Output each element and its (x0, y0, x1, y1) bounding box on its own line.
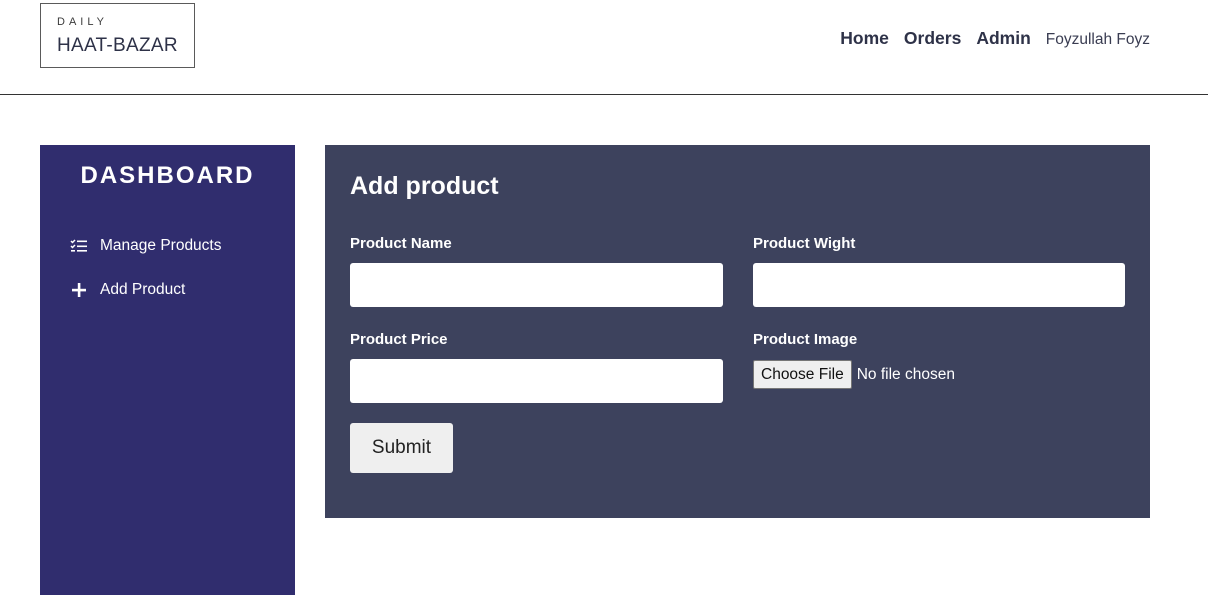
dashboard-sidebar: DASHBOARD Manage Products Add Product (40, 145, 295, 595)
user-name: Foyzullah Foyz (1045, 31, 1150, 48)
sidebar-item-label: Manage Products (100, 237, 222, 254)
nav-orders-link[interactable]: Orders (904, 28, 961, 49)
product-image-file-input: Choose File No file chosen (753, 360, 955, 389)
product-weight-input[interactable] (753, 263, 1125, 307)
choose-file-button[interactable]: Choose File (753, 360, 852, 389)
top-header: DAILY HAAT-BAZAR Home Orders Admin Foyzu… (0, 0, 1208, 95)
submit-button[interactable]: Submit (350, 423, 453, 473)
checklist-icon (68, 239, 90, 253)
sidebar-item-manage-products[interactable]: Manage Products (68, 237, 222, 255)
nav-admin-link[interactable]: Admin (976, 28, 1030, 49)
main-nav: Home Orders Admin Foyzullah Foyz (825, 28, 1150, 49)
product-name-input[interactable] (350, 263, 723, 307)
nav-home-link[interactable]: Home (840, 28, 889, 49)
brand-name: HAAT-BAZAR (57, 35, 178, 56)
product-price-input[interactable] (350, 359, 723, 403)
panel-title: Add product (350, 172, 499, 200)
product-name-label: Product Name (350, 235, 452, 252)
sidebar-title: DASHBOARD (80, 162, 255, 189)
file-status-text: No file chosen (856, 365, 955, 383)
brand-top-text: DAILY (57, 16, 108, 28)
product-image-label: Product Image (753, 331, 858, 348)
sidebar-item-label: Add Product (100, 281, 186, 298)
product-price-label: Product Price (350, 331, 448, 348)
add-product-panel: Add product Product Name Product Wight P… (325, 145, 1150, 518)
brand-logo[interactable]: DAILY HAAT-BAZAR (40, 3, 195, 68)
sidebar-item-add-product[interactable]: Add Product (68, 281, 185, 299)
plus-icon (68, 282, 90, 298)
product-weight-label: Product Wight (753, 235, 856, 252)
